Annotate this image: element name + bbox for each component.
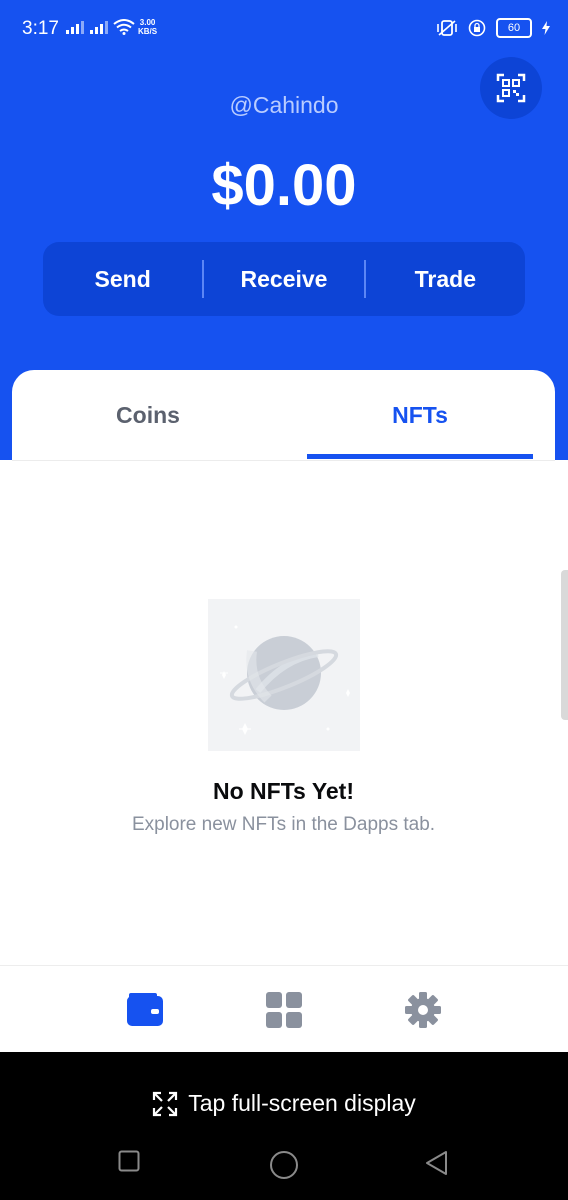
expand-icon [153, 1091, 178, 1116]
home-icon[interactable] [269, 1150, 299, 1180]
asset-tabs: Coins NFTs [12, 370, 555, 461]
tab-coins[interactable]: Coins [35, 370, 261, 460]
charging-icon [542, 21, 550, 35]
back-icon[interactable] [424, 1150, 450, 1176]
wifi-icon [113, 19, 135, 35]
lock-rotation-icon [468, 19, 486, 37]
signal-icon [90, 20, 108, 34]
nav-dapps[interactable] [264, 990, 304, 1030]
fullscreen-display-button[interactable]: Tap full-screen display [0, 1090, 568, 1117]
action-bar: Send Receive Trade [43, 242, 525, 316]
planet-icon [220, 625, 350, 735]
nav-wallet[interactable] [125, 990, 165, 1030]
empty-state-title: No NFTs Yet! [213, 778, 354, 804]
recents-icon[interactable] [118, 1150, 140, 1172]
settings-gear-icon [405, 992, 441, 1028]
network-speed: 3.00 KB/S [138, 18, 158, 36]
receive-button[interactable]: Receive [204, 266, 363, 293]
fullscreen-label: Tap full-screen display [188, 1090, 416, 1116]
status-bar: 3:17 3.00 KB/S 60 [0, 0, 568, 60]
wallet-icon [127, 993, 163, 1026]
dapps-grid-icon [266, 992, 302, 1028]
trade-button[interactable]: Trade [366, 266, 525, 293]
assets-card: Coins NFTs No NFTs Yet! Explore new NFTs… [12, 370, 555, 970]
vibrate-icon [437, 20, 457, 36]
active-tab-indicator [307, 454, 533, 459]
edge-panel-handle[interactable] [561, 570, 568, 720]
status-right: 60 [436, 18, 550, 38]
username: @Cahindo [229, 92, 339, 118]
bottom-nav [0, 965, 568, 1053]
tab-nfts[interactable]: NFTs [307, 370, 533, 460]
wallet-balance: $0.00 [211, 153, 357, 218]
status-time: 3:17 [22, 18, 59, 39]
empty-state-subtitle: Explore new NFTs in the Dapps tab. [131, 814, 436, 835]
nav-settings[interactable] [403, 990, 443, 1030]
send-button[interactable]: Send [43, 266, 202, 293]
empty-nft-illustration [208, 599, 360, 751]
signal-icon [66, 20, 84, 34]
battery-indicator: 60 [496, 18, 532, 38]
